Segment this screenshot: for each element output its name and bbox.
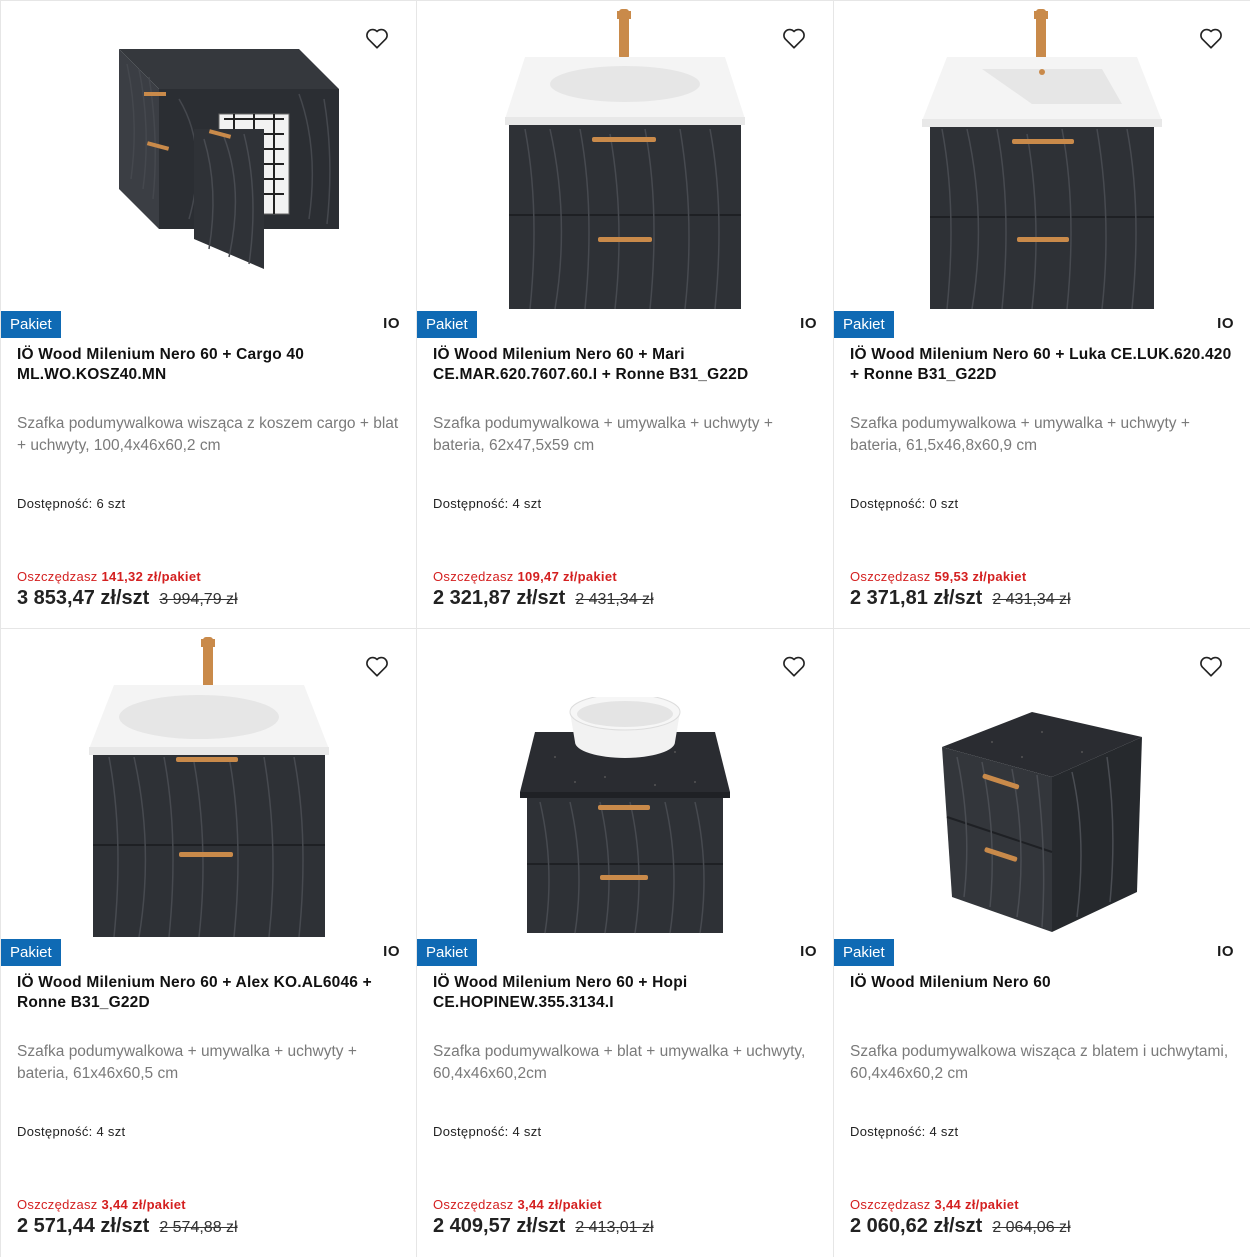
sink-cabinet-image [505,9,745,309]
product-title[interactable]: IÖ Wood Milenium Nero 60 + Mari CE.MAR.6… [433,345,817,385]
cargo-cabinet-image [118,49,339,269]
brand-logo: IO [1217,315,1234,332]
package-badge: Pakiet [417,939,477,966]
product-card[interactable]: Pakiet IO IÖ Wood Milenium Nero 60 + Luk… [833,0,1250,629]
availability: Dostępność: 4 szt [433,496,542,511]
savings-text: Oszczędzasz 59,53 zł/pakiet [850,569,1026,584]
product-card[interactable]: Pakiet IO IÖ Wood Milenium Nero 60 Szafk… [833,628,1250,1257]
old-price: 2 064,06 zł [992,1219,1071,1236]
savings-text: Oszczędzasz 3,44 zł/pakiet [433,1197,602,1212]
savings-text: Oszczędzasz 109,47 zł/pakiet [433,569,617,584]
heart-icon[interactable] [781,25,807,51]
package-badge: Pakiet [834,311,894,338]
savings-prefix: Oszczędzasz [850,569,931,584]
product-description: Szafka podumywalkowa + blat + umywalka +… [433,1043,806,1082]
product-image[interactable] [417,1,833,309]
savings-amount: 59,53 zł/pakiet [934,569,1027,584]
availability: Dostępność: 4 szt [850,1124,959,1139]
old-price: 2 431,34 zł [992,591,1071,608]
old-price: 2 413,01 zł [575,1219,654,1236]
price-row: 2 409,57 zł/szt 2 413,01 zł [433,1215,654,1238]
product-card[interactable]: Pakiet IO IÖ Wood Milenium Nero 60 + Hop… [416,628,834,1257]
current-price: 2 571,44 zł/szt [17,1215,150,1237]
availability: Dostępność: 4 szt [17,1124,126,1139]
sink-cabinet-image [922,9,1162,309]
savings-amount: 3,44 zł/pakiet [934,1197,1019,1212]
old-price: 2 574,88 zł [159,1219,238,1236]
heart-icon[interactable] [1198,653,1224,679]
product-card[interactable]: Pakiet IO IÖ Wood Milenium Nero 60 + Ale… [0,628,417,1257]
savings-prefix: Oszczędzasz [850,1197,931,1212]
heart-icon[interactable] [364,653,390,679]
current-price: 2 321,87 zł/szt [433,587,566,609]
savings-amount: 141,32 zł/pakiet [101,569,201,584]
price-row: 2 321,87 zł/szt 2 431,34 zł [433,587,654,610]
heart-icon[interactable] [1198,25,1224,51]
package-badge: Pakiet [1,311,61,338]
product-grid: Pakiet IO IÖ Wood Milenium Nero 60 + Car… [0,0,1250,1257]
availability: Dostępność: 4 szt [433,1124,542,1139]
savings-amount: 3,44 zł/pakiet [101,1197,186,1212]
plain-cabinet-image [942,712,1142,932]
price-row: 2 571,44 zł/szt 2 574,88 zł [17,1215,238,1238]
product-image[interactable] [1,629,416,937]
savings-text: Oszczędzasz 141,32 zł/pakiet [17,569,201,584]
heart-icon[interactable] [364,25,390,51]
price-row: 2 060,62 zł/szt 2 064,06 zł [850,1215,1071,1238]
brand-logo: IO [383,943,400,960]
savings-amount: 109,47 zł/pakiet [517,569,617,584]
brand-logo: IO [800,943,817,960]
product-image[interactable] [417,629,833,937]
product-card[interactable]: Pakiet IO IÖ Wood Milenium Nero 60 + Mar… [416,0,834,629]
product-card[interactable]: Pakiet IO IÖ Wood Milenium Nero 60 + Car… [0,0,417,629]
brand-logo: IO [1217,943,1234,960]
bowl-cabinet-image [520,697,730,934]
availability: Dostępność: 6 szt [17,496,126,511]
savings-text: Oszczędzasz 3,44 zł/pakiet [17,1197,186,1212]
savings-prefix: Oszczędzasz [17,569,98,584]
price-row: 2 371,81 zł/szt 2 431,34 zł [850,587,1071,610]
product-description: Szafka podumywalkowa + umywalka + uchwyt… [433,415,773,454]
availability: Dostępność: 0 szt [850,496,959,511]
product-title[interactable]: IÖ Wood Milenium Nero 60 + Cargo 40 ML.W… [17,345,400,385]
price-row: 3 853,47 zł/szt 3 994,79 zł [17,587,238,610]
savings-amount: 3,44 zł/pakiet [517,1197,602,1212]
savings-text: Oszczędzasz 3,44 zł/pakiet [850,1197,1019,1212]
savings-prefix: Oszczędzasz [433,569,514,584]
product-description: Szafka podumywalkowa + umywalka + uchwyt… [17,1043,357,1082]
package-badge: Pakiet [1,939,61,966]
product-title[interactable]: IÖ Wood Milenium Nero 60 + Luka CE.LUK.6… [850,345,1234,385]
sink-cabinet-image [88,637,329,937]
current-price: 2 060,62 zł/szt [850,1215,983,1237]
product-description: Szafka podumywalkowa wisząca z koszem ca… [17,415,399,454]
brand-logo: IO [800,315,817,332]
current-price: 2 409,57 zł/szt [433,1215,566,1237]
product-image[interactable] [834,1,1250,309]
product-description: Szafka podumywalkowa + umywalka + uchwyt… [850,415,1190,454]
package-badge: Pakiet [834,939,894,966]
heart-icon[interactable] [781,653,807,679]
current-price: 3 853,47 zł/szt [17,587,150,609]
product-title[interactable]: IÖ Wood Milenium Nero 60 [850,973,1234,993]
old-price: 2 431,34 zł [575,591,654,608]
product-description: Szafka podumywalkowa wisząca z blatem i … [850,1043,1229,1082]
savings-prefix: Oszczędzasz [433,1197,514,1212]
product-image[interactable] [834,629,1250,937]
package-badge: Pakiet [417,311,477,338]
brand-logo: IO [383,315,400,332]
product-image[interactable] [1,1,416,309]
old-price: 3 994,79 zł [159,591,238,608]
product-title[interactable]: IÖ Wood Milenium Nero 60 + Alex KO.AL604… [17,973,400,1013]
current-price: 2 371,81 zł/szt [850,587,983,609]
product-title[interactable]: IÖ Wood Milenium Nero 60 + Hopi CE.HOPIN… [433,973,817,1013]
savings-prefix: Oszczędzasz [17,1197,98,1212]
